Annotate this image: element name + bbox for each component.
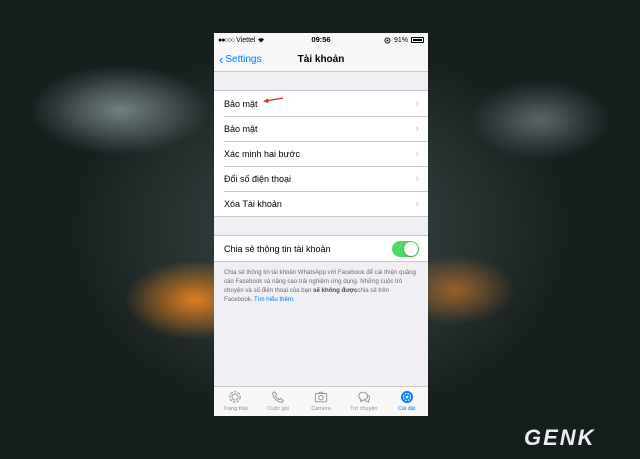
chats-icon [358,391,370,404]
phone-screen: ●●○○○ Viettel 09:56 91% ‹ Settings Tài k… [214,33,428,416]
menu-item-label: Bảo mật [224,123,258,134]
camera-icon [314,391,328,403]
tab-camera[interactable]: Camera [300,387,343,416]
share-footnote: Chia sẻ thông tin tài khoản WhatsApp với… [214,262,428,310]
menu-item-delete-account[interactable]: Xóa Tài khoản › [214,191,428,216]
menu-item-change-number[interactable]: Đổi số điện thoại › [214,166,428,191]
settings-gear-icon [400,391,413,403]
share-account-info-row: Chia sẻ thông tin tài khoản [214,236,428,261]
account-menu: Bảo mật › Bảo mật › Xác minh hai bước › … [214,90,428,217]
tab-status[interactable]: Trạng thái [214,387,257,416]
tab-label: Trò chuyện [350,406,378,412]
footnote-bold: sẽ không được [313,287,358,294]
menu-item-label: Xác minh hai bước [224,148,300,159]
menu-item-two-step[interactable]: Xác minh hai bước › [214,141,428,166]
chevron-right-icon: › [415,122,419,135]
genk-watermark-logo: GENK [524,425,596,450]
battery-icon [411,37,424,43]
status-icon [229,391,242,403]
learn-more-link[interactable]: Tìm hiểu thêm. [254,296,295,303]
menu-item-security[interactable]: Bảo mật › [214,116,428,141]
tab-label: Trạng thái [223,406,248,412]
chevron-right-icon: › [415,197,419,210]
tab-settings[interactable]: Cài đặt [385,387,428,416]
tab-label: Cài đặt [397,406,416,412]
tab-label: Cuộc gọi [267,406,290,412]
status-time: 09:56 [311,35,331,44]
chevron-right-icon: › [415,97,419,110]
status-bar: ●●○○○ Viettel 09:56 91% [214,33,428,47]
nav-bar: ‹ Settings Tài khoản [214,47,428,72]
tab-bar: Trạng thái Cuộc gọi Camera Trò chuyện Cà… [214,386,428,416]
red-arrow-annotation-icon [263,97,284,103]
menu-item-label: Đổi số điện thoại [224,173,292,184]
chevron-left-icon: ‹ [219,51,224,67]
phone-icon [272,391,285,403]
tab-label: Camera [311,406,331,412]
back-button[interactable]: ‹ Settings [214,53,261,66]
menu-item-privacy[interactable]: Bảo mật › [214,91,428,116]
back-label: Settings [225,53,262,65]
tab-calls[interactable]: Cuộc gọi [257,387,300,416]
share-setting-group: Chia sẻ thông tin tài khoản [214,235,428,262]
menu-item-label: Xóa Tài khoản [224,198,282,209]
share-toggle[interactable] [392,240,419,257]
chevron-right-icon: › [415,147,419,160]
menu-item-label: Bảo mật [224,98,258,109]
chevron-right-icon: › [415,172,419,185]
tab-chats[interactable]: Trò chuyện [342,387,385,416]
share-setting-label: Chia sẻ thông tin tài khoản [224,243,331,254]
